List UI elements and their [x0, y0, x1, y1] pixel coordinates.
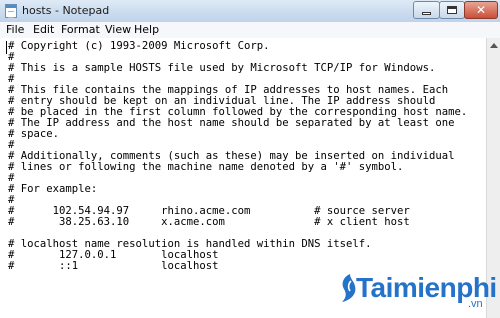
watermark-suffix: .vn	[468, 298, 483, 310]
editor-line: # Copyright (c) 1993-2009 Microsoft Corp…	[8, 40, 270, 52]
editor-line: # ::1 localhost	[8, 260, 219, 272]
notepad-icon[interactable]	[5, 4, 17, 18]
menu-format[interactable]: Format	[61, 23, 100, 36]
menu-bar: File Edit Format View Help	[0, 22, 500, 39]
scroll-up-arrow-icon[interactable]	[487, 38, 500, 52]
editor-line: # 38.25.63.10 x.acme.com # x client host	[8, 216, 410, 228]
editor-line: # lines or following the machine name de…	[8, 161, 404, 173]
close-button[interactable]: ✕	[464, 1, 498, 19]
minimize-button[interactable]	[413, 1, 440, 19]
text-caret	[6, 41, 7, 54]
watermark: Taimienphi .vn	[338, 268, 497, 312]
editor-line: # For example:	[8, 183, 98, 195]
menu-file[interactable]: File	[6, 23, 24, 36]
maximize-icon	[447, 6, 457, 14]
editor-line: # space.	[8, 128, 60, 140]
menu-view[interactable]: View	[105, 23, 131, 36]
editor-line: # The IP address and the host name shoul…	[8, 117, 455, 129]
title-bar[interactable]: hosts - Notepad ✕	[0, 0, 500, 23]
menu-help[interactable]: Help	[134, 23, 159, 36]
window-title: hosts - Notepad	[22, 4, 110, 17]
editor-line: # This is a sample HOSTS file used by Mi…	[8, 62, 436, 74]
minimize-icon	[422, 12, 431, 15]
menu-edit[interactable]: Edit	[33, 23, 54, 36]
maximize-button[interactable]	[439, 1, 465, 19]
close-icon: ✕	[475, 3, 487, 17]
